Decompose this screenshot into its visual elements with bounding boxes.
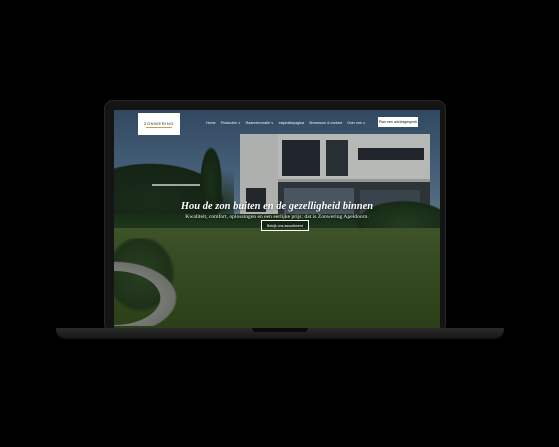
nav-item-producten[interactable]: Producten ∨	[221, 121, 241, 125]
logo-text: ZONWERING	[143, 120, 175, 126]
nav-item-raamdecoratie[interactable]: Raamdecoratie ∨	[246, 121, 274, 125]
view-assortment-button[interactable]: Bekijk ons assortiment	[261, 220, 309, 231]
nav-item-showroom-contact[interactable]: Showroom & contact	[309, 121, 342, 125]
site-logo[interactable]: ZONWERING	[138, 113, 180, 135]
hero-title: Hou de zon buiten en de gezelligheid bin…	[180, 201, 374, 212]
advice-appointment-button[interactable]: Plan een adviesgesprek	[378, 117, 418, 127]
main-nav: Home Producten ∨ Raamdecoratie ∨ Inspira…	[206, 121, 365, 125]
nav-item-inspiratiepagina[interactable]: Inspiratiepagina	[279, 121, 304, 125]
logo-accent-line	[146, 126, 172, 128]
nav-item-home[interactable]: Home	[206, 121, 216, 125]
laptop-notch	[252, 328, 308, 332]
laptop-mockup: ZONWERING Home Producten ∨ Raamdecoratie…	[0, 0, 559, 447]
nav-item-over-ons[interactable]: Over ons ∨	[347, 121, 365, 125]
laptop-screen: ZONWERING Home Producten ∨ Raamdecoratie…	[114, 110, 440, 329]
